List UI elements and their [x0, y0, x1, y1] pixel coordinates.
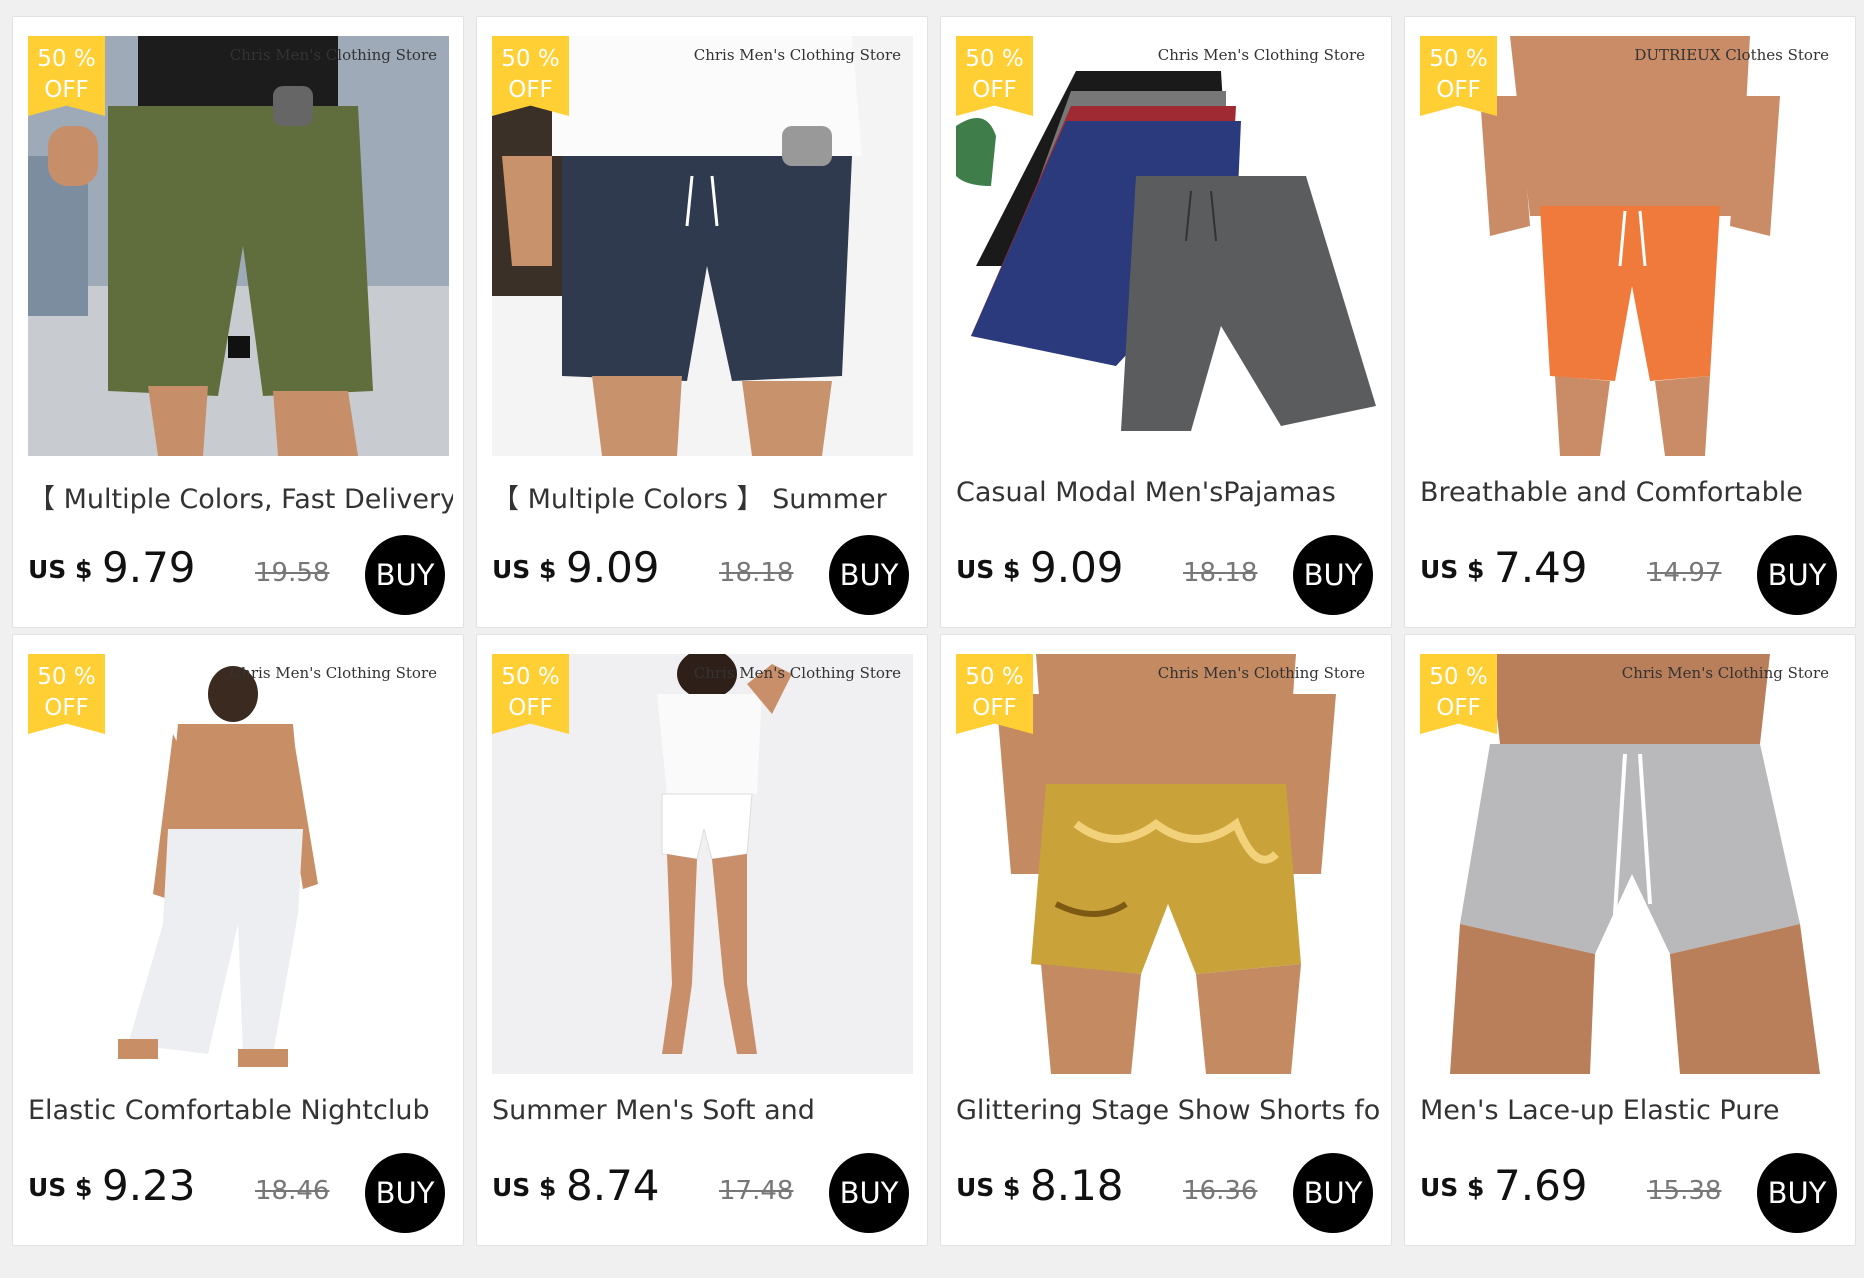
product-title[interactable]: 【 Multiple Colors, Fast Delivery [28, 477, 453, 516]
product-title[interactable]: Breathable and Comfortable [1420, 477, 1845, 508]
product-title[interactable]: Glittering Stage Show Shorts for [956, 1095, 1381, 1126]
product-card[interactable]: Chris Men's Clothing Store 50 % OFF Casua… [940, 16, 1392, 628]
discount-badge: 50 % OFF [1420, 654, 1497, 734]
buy-button[interactable]: BUY [829, 1153, 909, 1233]
discount-badge: 50 % OFF [1420, 36, 1497, 116]
product-card[interactable]: Chris Men's Clothing Store 50 % OFF Summe… [476, 634, 928, 1246]
product-title[interactable]: Elastic Comfortable Nightclub [28, 1095, 453, 1126]
buy-button[interactable]: BUY [1293, 535, 1373, 615]
currency-label: US $ [28, 1173, 93, 1202]
product-title[interactable]: Casual Modal Men'sPajamas [956, 477, 1381, 508]
currency-label: US $ [492, 555, 557, 584]
product-image[interactable]: Chris Men's Clothing Store 50 % OFF [28, 654, 449, 1074]
buy-button[interactable]: BUY [1757, 535, 1837, 615]
product-title[interactable]: 【 Multiple Colors 】 Summer [492, 477, 917, 516]
product-image[interactable]: Chris Men's Clothing Store 50 % OFF [28, 36, 449, 456]
store-name: Chris Men's Clothing Store [1157, 664, 1365, 682]
discount-badge: 50 % OFF [28, 654, 105, 734]
product-image[interactable]: Chris Men's Clothing Store 50 % OFF [492, 654, 913, 1074]
sale-price: 9.09 [1030, 543, 1124, 592]
product-card[interactable]: Chris Men's Clothing Store 50 % OFF 【 Mul… [12, 16, 464, 628]
product-image[interactable]: DUTRIEUX Clothes Store 50 % OFF [1420, 36, 1841, 456]
product-card[interactable]: Chris Men's Clothing Store 50 % OFF Glitt… [940, 634, 1392, 1246]
original-price: 18.18 [719, 558, 794, 588]
buy-button[interactable]: BUY [1757, 1153, 1837, 1233]
product-card[interactable]: Chris Men's Clothing Store 50 % OFF 【 Mul… [476, 16, 928, 628]
product-image[interactable]: Chris Men's Clothing Store 50 % OFF [1420, 654, 1841, 1074]
original-price: 18.46 [255, 1176, 330, 1206]
currency-label: US $ [492, 1173, 557, 1202]
product-image[interactable]: Chris Men's Clothing Store 50 % OFF [492, 36, 913, 456]
discount-badge: 50 % OFF [492, 36, 569, 116]
currency-label: US $ [956, 1173, 1021, 1202]
discount-badge: 50 % OFF [956, 36, 1033, 116]
product-image[interactable]: Chris Men's Clothing Store 50 % OFF [956, 654, 1377, 1074]
original-price: 18.18 [1183, 558, 1258, 588]
product-title[interactable]: Summer Men's Soft and [492, 1095, 917, 1126]
buy-button[interactable]: BUY [829, 535, 909, 615]
store-name: Chris Men's Clothing Store [229, 664, 437, 682]
currency-label: US $ [1420, 1173, 1485, 1202]
store-name: Chris Men's Clothing Store [693, 664, 901, 682]
buy-button[interactable]: BUY [365, 535, 445, 615]
original-price: 14.97 [1647, 558, 1722, 588]
store-name: Chris Men's Clothing Store [1621, 664, 1829, 682]
currency-label: US $ [28, 555, 93, 584]
product-grid: Chris Men's Clothing Store 50 % OFF 【 Mul… [12, 16, 1856, 1246]
product-title[interactable]: Men's Lace-up Elastic Pure [1420, 1095, 1845, 1126]
buy-button[interactable]: BUY [1293, 1153, 1373, 1233]
product-card[interactable]: Chris Men's Clothing Store 50 % OFF Men's… [1404, 634, 1856, 1246]
store-name: Chris Men's Clothing Store [229, 46, 437, 64]
original-price: 16.36 [1183, 1176, 1258, 1206]
sale-price: 9.23 [102, 1161, 196, 1210]
sale-price: 8.74 [566, 1161, 660, 1210]
discount-badge: 50 % OFF [28, 36, 105, 116]
product-image[interactable]: Chris Men's Clothing Store 50 % OFF [956, 36, 1377, 456]
original-price: 15.38 [1647, 1176, 1722, 1206]
original-price: 17.48 [719, 1176, 794, 1206]
sale-price: 9.79 [102, 543, 196, 592]
discount-badge: 50 % OFF [956, 654, 1033, 734]
discount-badge: 50 % OFF [492, 654, 569, 734]
sale-price: 7.49 [1494, 543, 1588, 592]
original-price: 19.58 [255, 558, 330, 588]
currency-label: US $ [956, 555, 1021, 584]
product-card[interactable]: Chris Men's Clothing Store 50 % OFF Elast… [12, 634, 464, 1246]
sale-price: 9.09 [566, 543, 660, 592]
product-card[interactable]: DUTRIEUX Clothes Store 50 % OFF Breathabl… [1404, 16, 1856, 628]
store-name: DUTRIEUX Clothes Store [1634, 46, 1829, 64]
currency-label: US $ [1420, 555, 1485, 584]
store-name: Chris Men's Clothing Store [693, 46, 901, 64]
store-name: Chris Men's Clothing Store [1157, 46, 1365, 64]
buy-button[interactable]: BUY [365, 1153, 445, 1233]
sale-price: 8.18 [1030, 1161, 1124, 1210]
sale-price: 7.69 [1494, 1161, 1588, 1210]
